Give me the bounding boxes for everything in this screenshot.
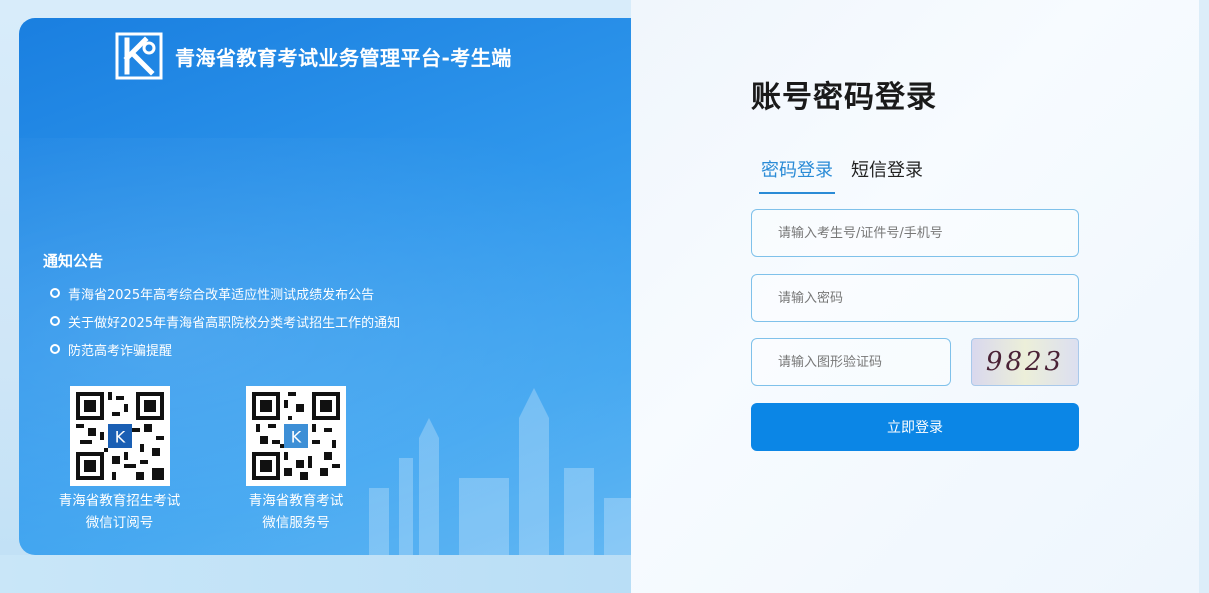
svg-text:K: K	[114, 427, 125, 446]
tab-sms-login[interactable]: 短信登录	[849, 156, 925, 194]
login-panel: 账号密码登录 密码登录 短信登录 9823 立即登录	[631, 0, 1199, 593]
bullet-icon	[50, 288, 60, 298]
qrcode-caption-line2: 微信服务号	[262, 515, 330, 531]
site-title: 青海省教育考试业务管理平台-考生端	[175, 45, 512, 70]
qrcode-caption-line1: 青海省教育招生考试	[58, 493, 181, 509]
k-logo-icon	[115, 32, 163, 80]
page-background	[0, 555, 631, 593]
captcha-text: 9823	[985, 347, 1065, 377]
captcha-field	[751, 338, 951, 386]
left-banner-panel: 青海省教育考试业务管理平台-考生端 通知公告 青海省2025年高考综合改革适应性…	[19, 18, 631, 555]
notice-item[interactable]: 青海省2025年高考综合改革适应性测试成绩发布公告	[43, 279, 400, 307]
notice-item-text: 防范高考诈骗提醒	[68, 343, 173, 359]
qrcode-image: K	[69, 386, 170, 486]
qrcode-caption-line2: 微信订阅号	[85, 515, 154, 531]
login-button[interactable]: 立即登录	[751, 403, 1079, 451]
notice-item[interactable]: 关于做好2025年青海省高职院校分类考试招生工作的通知	[43, 307, 400, 335]
page-edge	[1199, 0, 1209, 593]
notice-list: 青海省2025年高考综合改革适应性测试成绩发布公告 关于做好2025年青海省高职…	[43, 279, 400, 363]
password-field	[751, 274, 1079, 322]
notice-item-text: 关于做好2025年青海省高职院校分类考试招生工作的通知	[68, 315, 401, 331]
account-field	[751, 209, 1079, 257]
account-input[interactable]	[752, 210, 1078, 256]
qrcode-subscription: K 青海省教育招生考试 微信订阅号	[47, 386, 192, 534]
skyline-illustration	[369, 388, 631, 555]
qrcode-icon: K	[75, 392, 164, 480]
captcha-image[interactable]: 9823	[971, 338, 1079, 386]
qrcode-service: K 青海省教育考试 微信服务号	[231, 386, 361, 534]
captcha-input[interactable]	[752, 339, 950, 385]
qrcode-icon: K	[252, 392, 340, 480]
login-tabs: 密码登录 短信登录	[759, 156, 939, 194]
notice-title: 通知公告	[43, 252, 104, 270]
bullet-icon	[50, 316, 60, 326]
login-title: 账号密码登录	[751, 80, 937, 115]
tab-password-login[interactable]: 密码登录	[759, 156, 835, 194]
qrcode-caption-line1: 青海省教育考试	[248, 493, 344, 509]
bullet-icon	[50, 344, 60, 354]
notice-section: 通知公告 青海省2025年高考综合改革适应性测试成绩发布公告 关于做好2025年…	[43, 250, 400, 363]
notice-item[interactable]: 防范高考诈骗提醒	[43, 335, 400, 363]
qrcode-image: K	[246, 386, 346, 486]
site-header: 青海省教育考试业务管理平台-考生端	[115, 32, 512, 80]
password-input[interactable]	[752, 275, 1078, 321]
svg-text:K: K	[291, 427, 302, 446]
notice-item-text: 青海省2025年高考综合改革适应性测试成绩发布公告	[68, 287, 375, 303]
